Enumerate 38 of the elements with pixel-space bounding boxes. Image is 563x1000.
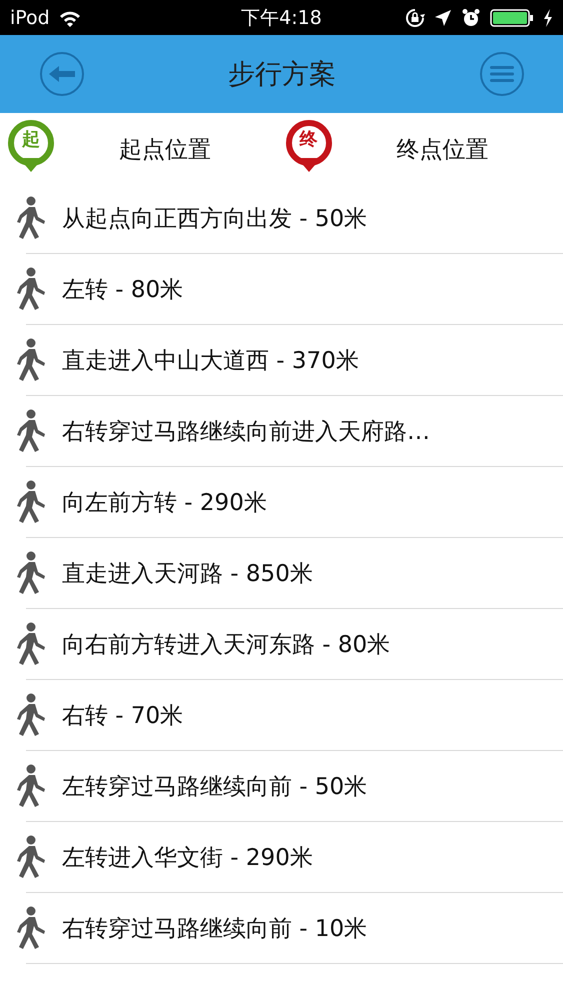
walking-person-icon bbox=[14, 906, 48, 950]
back-arrow-icon bbox=[49, 66, 75, 82]
step-instruction: 左转 - 80米 bbox=[62, 276, 184, 304]
step-instruction: 直走进入天河路 - 850米 bbox=[62, 560, 313, 588]
step-instruction: 右转穿过马路继续向前进入天府路… bbox=[62, 418, 430, 446]
walking-person-icon bbox=[14, 835, 48, 879]
step-instruction: 左转穿过马路继续向前 - 50米 bbox=[62, 772, 368, 802]
walking-person-icon bbox=[14, 267, 48, 311]
location-label[interactable]: 起点位置 bbox=[119, 134, 211, 165]
charging-bolt-icon bbox=[543, 8, 554, 26]
walking-person-icon bbox=[14, 693, 48, 737]
walking-person-icon bbox=[14, 409, 48, 453]
menu-button[interactable] bbox=[480, 52, 524, 96]
walking-person-icon bbox=[14, 338, 48, 382]
step-instruction: 从起点向正西方向出发 - 50米 bbox=[62, 204, 368, 234]
menu-icon bbox=[490, 65, 514, 83]
map-pin: 起 bbox=[8, 120, 54, 172]
clock-time: 下午4:18 bbox=[241, 6, 322, 30]
map-pin: 终 bbox=[286, 120, 332, 172]
back-button[interactable] bbox=[40, 52, 84, 96]
alarm-clock-icon bbox=[461, 8, 482, 28]
screen-title: 步行方案 bbox=[228, 58, 336, 92]
location-label[interactable]: 终点位置 bbox=[396, 134, 488, 165]
walking-person-icon bbox=[14, 764, 48, 808]
step-instruction: 左转进入华文街 - 290米 bbox=[62, 844, 313, 872]
walking-person-icon bbox=[14, 622, 48, 666]
location-arrow-icon bbox=[434, 8, 452, 26]
walking-person-icon bbox=[14, 480, 48, 524]
step-instruction: 直走进入中山大道西 - 370米 bbox=[62, 346, 359, 376]
step-instruction: 右转穿过马路继续向前 - 10米 bbox=[62, 914, 368, 944]
step-instruction: 右转 - 70米 bbox=[62, 702, 184, 730]
walking-person-icon bbox=[14, 551, 48, 595]
carrier-name: iPod bbox=[10, 6, 50, 28]
step-instruction: 向右前方转进入天河东路 - 80米 bbox=[62, 630, 390, 660]
rotation-lock-icon bbox=[405, 8, 426, 28]
walking-person-icon bbox=[14, 196, 48, 240]
step-instruction: 向左前方转 - 290米 bbox=[62, 488, 267, 518]
battery-icon bbox=[490, 8, 534, 26]
